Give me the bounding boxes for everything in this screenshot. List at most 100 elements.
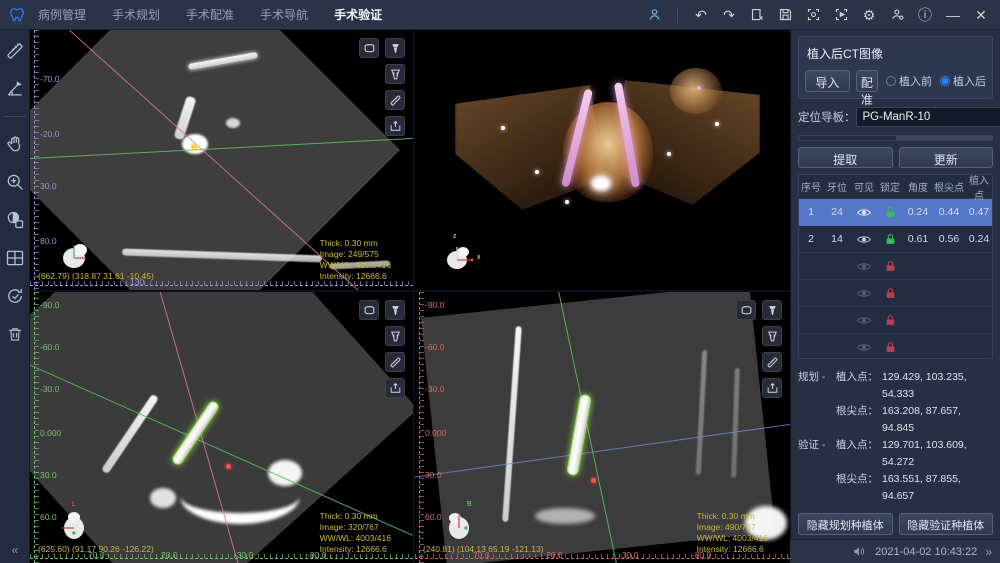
crown-view-icon[interactable]	[359, 38, 379, 58]
radio-pre-implant[interactable]: 植入前	[886, 73, 932, 89]
axis-label-z: z	[453, 233, 457, 240]
window-level-contrast-icon[interactable]	[4, 209, 26, 231]
lock-closed-icon[interactable]	[877, 341, 903, 353]
viewport-oblique-1[interactable]: -90.0-60.0 -30.00.000 30.060.0 70.020.0 …	[30, 292, 413, 563]
implant-outline-icon[interactable]	[762, 326, 782, 346]
guide-plate-row: 定位导板：	[798, 107, 993, 127]
measure-ruler-icon[interactable]	[385, 352, 405, 372]
menu-surgery-planning[interactable]: 手术规划	[112, 6, 160, 23]
titlebar: 病例管理 手术规划 手术配准 手术导航 手术验证 ↶ ↷	[0, 0, 1000, 30]
crown-view-icon[interactable]	[359, 300, 379, 320]
bone-structure	[226, 118, 240, 128]
radio-circle-icon	[886, 76, 896, 86]
zoom-in-icon[interactable]	[4, 171, 26, 193]
visible-eye-icon[interactable]	[851, 262, 877, 271]
menu-surgery-registration[interactable]: 手术配准	[186, 6, 234, 23]
table-header-row: 序号牙位 可见锁定 角度根尖点 植入点	[799, 175, 992, 199]
plan-label: 规划 -	[798, 369, 836, 403]
crown-view-icon[interactable]	[736, 300, 756, 320]
hide-planned-implant-button[interactable]: 隐藏规划种植体	[798, 513, 893, 535]
lock-closed-icon[interactable]	[877, 314, 903, 326]
record-view-icon[interactable]	[832, 6, 850, 24]
implant-view-icon[interactable]	[385, 38, 405, 58]
capture-view-icon[interactable]	[804, 6, 822, 24]
menu-case-management[interactable]: 病例管理	[38, 6, 86, 23]
user-icon[interactable]	[645, 6, 663, 24]
visible-eye-icon[interactable]	[851, 316, 877, 325]
menu-surgery-navigation[interactable]: 手术导航	[260, 6, 308, 23]
slice-info-readout: Thick: 0.30 mm Image: 490/767 WW/WL: 400…	[697, 511, 768, 555]
expand-chevrons-icon[interactable]: »	[985, 545, 992, 559]
hide-verified-implant-button[interactable]: 隐藏验证种植体	[899, 513, 994, 535]
extract-button[interactable]: 提取	[798, 147, 893, 168]
visible-eye-icon[interactable]	[851, 208, 877, 217]
settings-gear-icon[interactable]: ⚙	[860, 6, 878, 24]
viewport-toolbar	[359, 38, 405, 136]
minimize-icon[interactable]: —	[944, 6, 962, 24]
close-case-icon[interactable]	[748, 6, 766, 24]
left-ruler-ticks	[420, 292, 424, 563]
guide-plate-input[interactable]	[856, 107, 1000, 127]
export-image-icon[interactable]	[762, 378, 782, 398]
sidebar-collapse-icon[interactable]: «	[0, 543, 30, 557]
visible-eye-icon[interactable]	[851, 289, 877, 298]
implant-outline-icon[interactable]	[385, 326, 405, 346]
verify-label: 验证 -	[798, 437, 836, 471]
crosshair-center-point	[191, 144, 197, 150]
main-menu: 病例管理 手术规划 手术配准 手术导航 手术验证	[38, 6, 382, 23]
implant-outline-icon[interactable]	[385, 64, 405, 84]
axis-label: L	[72, 501, 76, 508]
visible-eye-icon[interactable]	[851, 235, 877, 244]
table-row[interactable]	[799, 334, 992, 359]
viewport-3d[interactable]: z x	[415, 30, 790, 290]
reset-view-icon[interactable]	[4, 285, 26, 307]
apex-point-label: 根尖点：	[836, 471, 882, 505]
lock-closed-icon[interactable]	[877, 260, 903, 272]
lock-closed-icon[interactable]	[877, 287, 903, 299]
ct-phase-radio-group: 植入前 植入后	[886, 73, 986, 89]
info-icon[interactable]: ⓘ	[916, 6, 934, 24]
radio-post-implant[interactable]: 植入后	[940, 73, 986, 89]
save-icon[interactable]	[776, 6, 794, 24]
delete-trash-icon[interactable]	[4, 323, 26, 345]
plan-entry-value: 129.429, 103.235, 54.333	[882, 369, 993, 403]
implant-view-icon[interactable]	[385, 300, 405, 320]
lock-closed-icon[interactable]	[877, 233, 903, 245]
implant-table: 序号牙位 可见锁定 角度根尖点 植入点 124 0.240.44 0.47 21…	[798, 174, 993, 359]
app-logo-tooth-icon	[0, 6, 34, 24]
section-title: 植入后CT图像	[807, 45, 986, 62]
register-button[interactable]: 配准	[856, 70, 878, 92]
measure-ruler-icon[interactable]	[762, 352, 782, 372]
tab-implants[interactable]: 种植体	[896, 136, 993, 141]
table-row[interactable]	[799, 253, 992, 280]
tab-marker-points[interactable]: Marker点	[799, 136, 896, 141]
cursor-coordinate-readout: (662.79) (318.87 31.61 -10.45)	[38, 271, 154, 281]
switch-account-icon[interactable]	[888, 6, 906, 24]
export-image-icon[interactable]	[385, 378, 405, 398]
import-button[interactable]: 导入	[805, 70, 850, 92]
bone-structure	[535, 508, 595, 524]
implant-view-icon[interactable]	[762, 300, 782, 320]
speaker-icon[interactable]	[849, 543, 867, 561]
visible-eye-icon[interactable]	[851, 343, 877, 352]
unlock-open-icon[interactable]	[877, 206, 903, 218]
marker-implant-tabs: Marker点 种植体	[798, 135, 993, 141]
close-window-icon[interactable]: ✕	[972, 6, 990, 24]
angle-measure-icon[interactable]	[4, 78, 26, 100]
export-image-icon[interactable]	[385, 116, 405, 136]
table-row[interactable]: 124 0.240.44 0.47	[799, 199, 992, 226]
measure-ruler-icon[interactable]	[385, 90, 405, 110]
entry-point-label: 植入点：	[836, 437, 882, 471]
table-row[interactable]	[799, 307, 992, 334]
ruler-measure-icon[interactable]	[4, 40, 26, 62]
redo-icon[interactable]: ↷	[720, 6, 738, 24]
undo-icon[interactable]: ↶	[692, 6, 710, 24]
viewport-oblique-2[interactable]: -90.0-60.0 -30.00.000 30.060.0 70.020.0 …	[415, 292, 790, 563]
table-row[interactable]: 214 0.610.56 0.24	[799, 226, 992, 253]
viewport-axial[interactable]: -70.0-20.0 30.080.0 130 (662.79) (318.87…	[30, 30, 413, 290]
table-row[interactable]	[799, 280, 992, 307]
menu-surgery-verification[interactable]: 手术验证	[334, 6, 382, 23]
update-button[interactable]: 更新	[899, 147, 994, 168]
layout-grid-icon[interactable]	[4, 247, 26, 269]
pan-hand-icon[interactable]	[4, 133, 26, 155]
